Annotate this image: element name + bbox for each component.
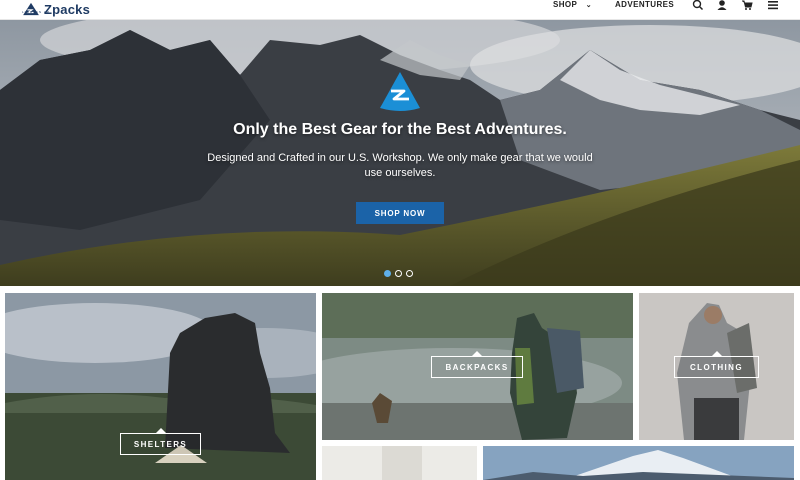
hero-subtitle: Designed and Crafted in our U.S. Worksho…: [207, 152, 593, 179]
chevron-down-icon: ⌄: [585, 2, 593, 9]
nav-adventures[interactable]: ADVENTURES: [615, 0, 674, 9]
search-icon[interactable]: [692, 0, 704, 11]
partial-photo-2: [483, 446, 794, 480]
clothing-label: CLOTHING: [674, 351, 759, 378]
triangle-icon: [155, 428, 166, 433]
site-logo[interactable]: Zpacks: [22, 0, 90, 18]
cart-icon[interactable]: [741, 0, 753, 11]
carousel-dots: [384, 270, 413, 277]
shop-now-button[interactable]: SHOP NOW: [356, 202, 444, 224]
menu-icon[interactable]: [767, 0, 779, 11]
shelters-label-text: SHELTERS: [133, 439, 188, 449]
brand-badge-icon: [380, 72, 420, 111]
triangle-icon: [711, 351, 722, 356]
category-tile-shelters[interactable]: SHELTERS: [5, 293, 316, 480]
clothing-label-text: CLOTHING: [690, 362, 743, 372]
shelters-label: SHELTERS: [120, 428, 201, 455]
hero-banner: Only the Best Gear for the Best Adventur…: [0, 20, 800, 286]
category-tile-partial-2[interactable]: [483, 446, 794, 480]
category-tile-clothing[interactable]: CLOTHING: [639, 293, 794, 440]
triangle-icon: [472, 351, 482, 356]
nav-shop-label: SHOP: [553, 0, 578, 9]
carousel-dot-2[interactable]: [395, 270, 402, 277]
category-tile-backpacks[interactable]: BACKPACKS: [322, 293, 633, 440]
backpacks-label: BACKPACKS: [431, 351, 523, 378]
hero-title: Only the Best Gear for the Best Adventur…: [233, 121, 567, 138]
backpacks-label-text: BACKPACKS: [445, 362, 509, 372]
carousel-dot-1[interactable]: [384, 270, 391, 277]
logo-text: Zpacks: [44, 1, 91, 17]
account-icon[interactable]: [716, 0, 728, 11]
logo-tagline: LIGHTEN UP: [22, 10, 51, 14]
site-header: Zpacks LIGHTEN UP SHOP ⌄ ADVENTURES: [0, 0, 800, 20]
partial-photo-1: [322, 446, 477, 480]
nav-shop[interactable]: SHOP ⌄: [553, 0, 592, 10]
carousel-dot-3[interactable]: [406, 270, 413, 277]
category-tile-partial-1[interactable]: [322, 446, 477, 480]
